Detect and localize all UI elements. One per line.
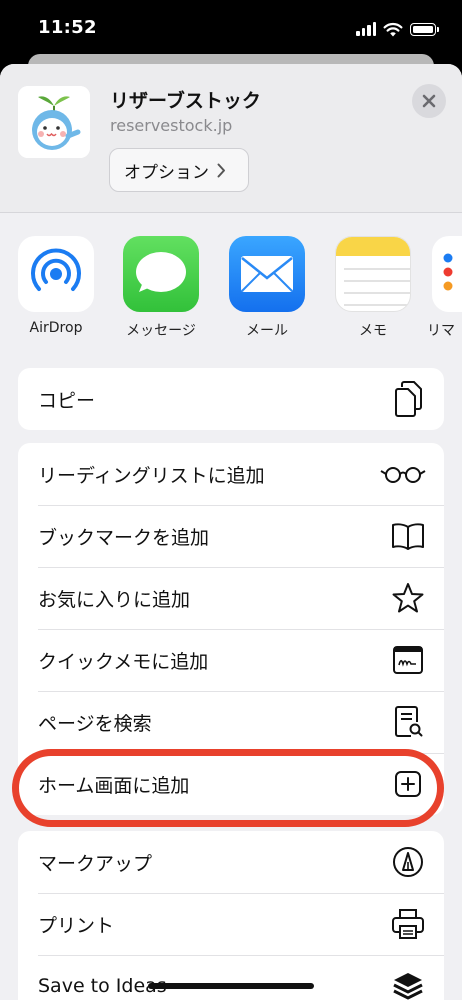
action-label: ブックマークを追加 (38, 526, 210, 549)
action-add-bookmark[interactable]: ブックマークを追加 (18, 505, 444, 567)
action-print[interactable]: プリント (18, 893, 444, 955)
action-label: コピー (38, 389, 96, 412)
airdrop-icon (18, 236, 94, 312)
app-label: AirDrop (29, 320, 83, 336)
status-icons (356, 20, 439, 38)
star-icon (390, 580, 426, 616)
app-label: メッセージ (126, 323, 196, 339)
status-bar: 11:52 (0, 0, 462, 60)
wifi-icon (383, 22, 403, 36)
app-notes[interactable]: メモ (328, 236, 418, 340)
action-label: お気に入りに追加 (38, 588, 191, 611)
highlight-ring (12, 749, 444, 827)
reminders-icon (432, 236, 462, 312)
share-sheet-header: リザーブストック reservestock.jp オプション (0, 64, 462, 213)
quick-note-icon (390, 642, 426, 678)
action-save-to-ideas[interactable]: Save to Ideas (18, 955, 444, 1000)
layers-icon (390, 968, 426, 1000)
share-apps-row: AirDrop メッセージ メール メモ リマ (0, 236, 462, 346)
action-markup[interactable]: マークアップ (18, 831, 444, 893)
messages-icon (123, 236, 199, 312)
action-add-favorites[interactable]: お気に入りに追加 (18, 567, 444, 629)
book-icon (390, 518, 426, 554)
app-label: メモ (359, 323, 387, 339)
action-add-quick-note[interactable]: クイックメモに追加 (18, 629, 444, 691)
site-icon (18, 86, 90, 158)
copy-icon (390, 381, 426, 417)
action-label: プリント (38, 914, 115, 937)
markup-icon (390, 844, 426, 880)
options-button[interactable]: オプション (109, 148, 249, 192)
glasses-icon (380, 456, 426, 492)
app-airdrop[interactable]: AirDrop (11, 236, 101, 336)
action-label: リーディングリストに追加 (38, 464, 265, 487)
chevron-right-icon (217, 163, 225, 177)
app-reminders[interactable]: リマ (427, 236, 462, 340)
action-label: クイックメモに追加 (38, 650, 209, 673)
app-mail[interactable]: メール (222, 236, 312, 340)
app-label: リマ (427, 323, 455, 339)
action-find-on-page[interactable]: ページを検索 (18, 691, 444, 753)
printer-icon (390, 906, 426, 942)
battery-icon (410, 22, 439, 36)
action-copy[interactable]: コピー (18, 368, 444, 430)
mail-icon (229, 236, 305, 312)
site-title: リザーブストック (110, 90, 261, 112)
home-indicator (148, 983, 314, 989)
app-label: メール (246, 323, 288, 339)
close-icon (422, 94, 436, 108)
notes-icon (335, 236, 411, 312)
status-time: 11:52 (38, 17, 97, 38)
site-domain: reservestock.jp (110, 116, 233, 135)
close-button[interactable] (412, 84, 446, 118)
action-list-lower: マークアップ プリント Save to Ideas (18, 831, 444, 1000)
options-button-label: オプション (124, 162, 209, 183)
action-label: マークアップ (38, 852, 153, 875)
find-on-page-icon (390, 704, 426, 740)
action-add-reading-list[interactable]: リーディングリストに追加 (18, 443, 444, 505)
cellular-signal-icon (356, 22, 376, 36)
app-messages[interactable]: メッセージ (116, 236, 206, 340)
copy-group: コピー (18, 368, 444, 430)
action-label: ページを検索 (38, 712, 152, 735)
